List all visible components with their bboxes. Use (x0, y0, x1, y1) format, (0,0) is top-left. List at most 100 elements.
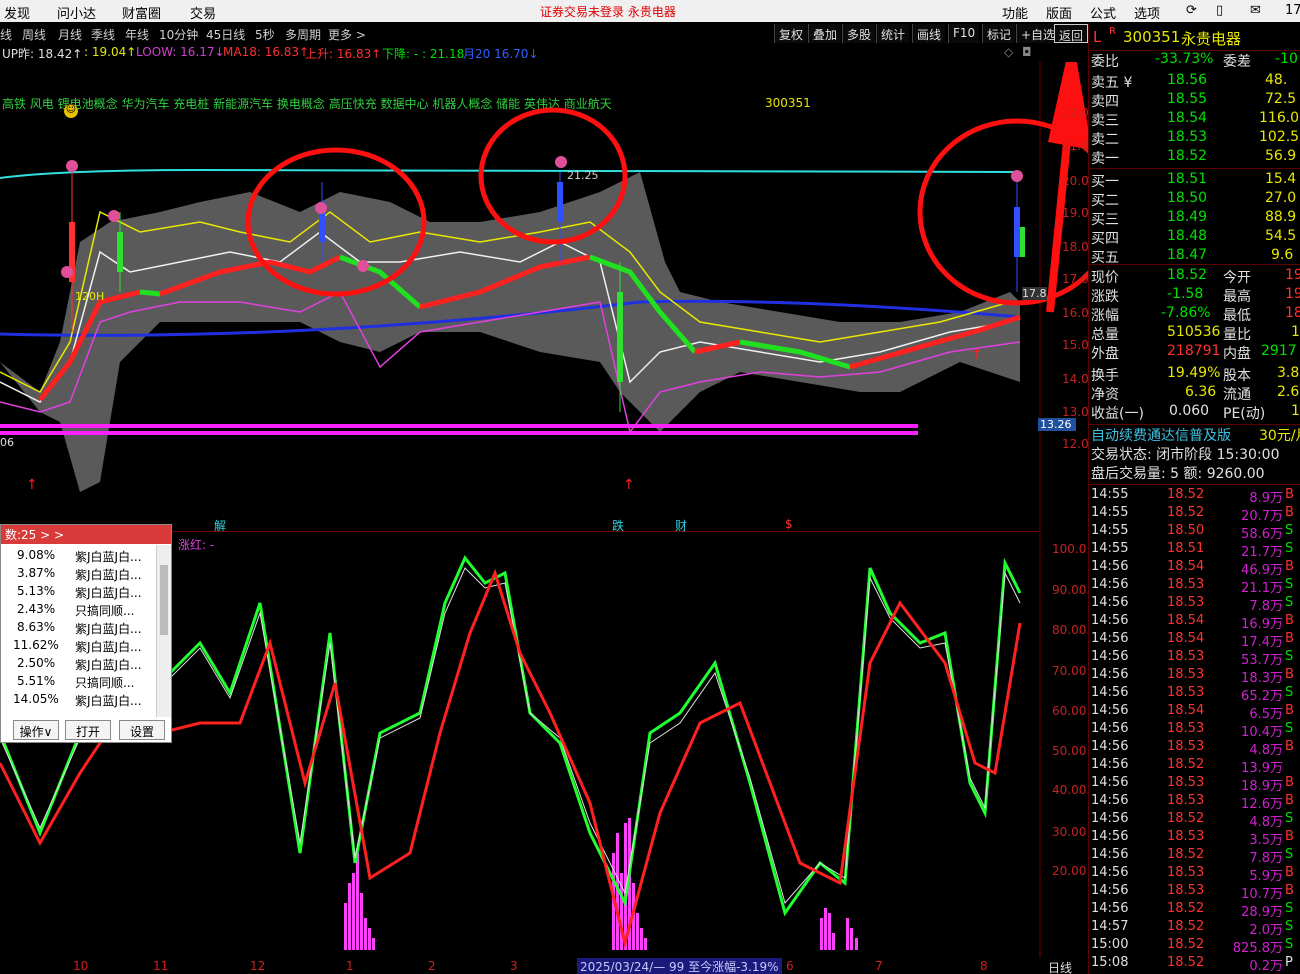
row-text[interactable]: 只搞同顺... (75, 674, 134, 691)
tick-volume: 7.8万 (1249, 851, 1283, 866)
ask-price[interactable]: 18.54 (1167, 110, 1207, 126)
bid-price[interactable]: 18.48 (1167, 228, 1207, 244)
menu-wenxiaoda[interactable]: 问小达 (57, 3, 96, 22)
tick-side: S (1285, 847, 1294, 862)
ad-price[interactable]: 30元/月 (1259, 425, 1300, 445)
period-label: 日线 (1048, 961, 1073, 974)
adjust-button[interactable]: 复权 (774, 24, 808, 43)
svg-text:↑: ↑ (971, 347, 983, 363)
bid-vol: 15.4 (1265, 171, 1297, 187)
row-text[interactable]: 紫J白蓝J白... (75, 548, 142, 565)
collapse-icon[interactable]: ◘ (1022, 45, 1032, 59)
open-button[interactable]: 打开 (65, 720, 111, 740)
tick-side: P (1285, 955, 1293, 970)
tick-volume: 21.1万 (1241, 581, 1283, 596)
tick-row: 14:56 18.53 4.8万 B (1089, 739, 1300, 758)
tag-120h: 120H (75, 290, 105, 303)
osc-axis-tick: 70.00 (1052, 664, 1087, 678)
ask-price[interactable]: 18.55 (1167, 91, 1207, 107)
tick-time: 14:56 (1091, 613, 1129, 628)
period-day[interactable]: 线 (0, 26, 12, 43)
tick-time: 14:56 (1091, 649, 1129, 664)
row-text[interactable]: 紫J白蓝J白... (75, 584, 142, 601)
stat-value: 2.6 (1277, 384, 1300, 400)
menu-discover[interactable]: 发现 (4, 3, 30, 22)
period-45day[interactable]: 45日线 (206, 26, 245, 43)
row-pct: 14.05% (13, 692, 59, 706)
window-title[interactable]: 数:25 > > (1, 525, 171, 544)
bid-price[interactable]: 18.49 (1167, 209, 1207, 225)
tick-side: B (1285, 739, 1294, 754)
tick-list[interactable]: 14:55 18.52 8.9万 B 14:55 18.52 20.7万 B 14:55 18.5… (1089, 484, 1300, 974)
menu-function[interactable]: 功能 (1002, 3, 1028, 22)
ask-price[interactable]: 18.52 (1167, 148, 1207, 164)
row-text[interactable]: 只搞同顺... (75, 602, 134, 619)
overlay-button[interactable]: 叠加 (808, 24, 842, 43)
row-text[interactable]: 紫J白蓝J白... (75, 692, 142, 709)
stat-value: -7.86% (1161, 305, 1211, 321)
menu-wealth-circle[interactable]: 财富圈 (122, 3, 161, 22)
operate-button[interactable]: 操作∨ (13, 720, 59, 740)
draw-button[interactable]: 画线 (912, 24, 946, 43)
row-text[interactable]: 紫J白蓝J白... (75, 566, 142, 583)
price-tag-right: 17.8 (1022, 287, 1047, 300)
phone-icon[interactable]: ▯ (1216, 3, 1223, 18)
tick-time: 14:56 (1091, 595, 1129, 610)
menu-layout[interactable]: 版面 (1046, 3, 1072, 22)
ad-banner[interactable]: 自动续费通达信普及版 30元/月 (1089, 424, 1300, 445)
period-5sec[interactable]: 5秒 (255, 26, 275, 43)
period-multi[interactable]: 多周期 (285, 26, 321, 43)
period-year[interactable]: 年线 (125, 26, 149, 43)
period-more[interactable]: 更多 > (328, 26, 366, 43)
period-month[interactable]: 月线 (58, 26, 82, 43)
ask-label: 卖三 (1091, 113, 1119, 129)
refresh-icon[interactable]: ⟳ (1186, 3, 1197, 18)
menu-options[interactable]: 选项 (1134, 3, 1160, 22)
period-week[interactable]: 周线 (22, 26, 46, 43)
bid-price[interactable]: 18.50 (1167, 190, 1207, 206)
flag-r: R (1109, 26, 1116, 37)
period-10min[interactable]: 10分钟 (159, 26, 198, 43)
tick-side: B (1285, 775, 1294, 790)
tick-volume: 21.7万 (1241, 545, 1283, 560)
osc-axis-tick: 30.00 (1052, 825, 1087, 839)
tick-price: 18.51 (1167, 541, 1205, 556)
multi-stock-button[interactable]: 多股 (842, 24, 876, 43)
menu-formula[interactable]: 公式 (1090, 3, 1116, 22)
menu-trade[interactable]: 交易 (190, 3, 216, 22)
tick-row: 14:57 18.52 2.0万 S (1089, 919, 1300, 938)
mail-icon[interactable]: ✉ (1250, 3, 1261, 18)
peak-price-tag: 21.25 (567, 169, 599, 182)
kline-chart[interactable]: ↑ ↑ ↑ (0, 62, 1088, 532)
stat-value: 19 (1285, 267, 1300, 283)
tick-price: 18.53 (1167, 595, 1205, 610)
bid-price[interactable]: 18.47 (1167, 247, 1207, 263)
stats-button[interactable]: 统计 (876, 24, 910, 43)
tick-volume: 8.9万 (1249, 491, 1283, 506)
f10-button[interactable]: F10 (948, 24, 980, 43)
date-tick: 10 (73, 959, 89, 973)
back-button[interactable]: 返回 (1054, 24, 1089, 43)
tick-row: 15:08 18.52 0.2万 P (1089, 955, 1300, 974)
bid-price[interactable]: 18.51 (1167, 171, 1207, 187)
period-quarter[interactable]: 季线 (91, 26, 115, 43)
date-tick: 1 (346, 959, 354, 973)
tick-price: 18.53 (1167, 829, 1205, 844)
scrollbar[interactable] (156, 545, 171, 717)
ask-price[interactable]: 18.53 (1167, 129, 1207, 145)
row-text[interactable]: 紫J白蓝J白... (75, 638, 142, 655)
row-text[interactable]: 紫J白蓝J白... (75, 656, 142, 673)
add-watchlist-button[interactable]: +自选 (1016, 24, 1060, 43)
tick-row: 14:56 18.53 65.2万 S (1089, 685, 1300, 704)
mark-button[interactable]: 标记 (982, 24, 1016, 43)
row-pct: 5.51% (17, 674, 56, 688)
settings-button[interactable]: 设置 (119, 720, 165, 740)
diamond-icon[interactable]: ◇ (1004, 45, 1013, 59)
stat-value: 1 (1291, 403, 1300, 419)
scrollbar-thumb[interactable] (160, 565, 168, 635)
ask-price[interactable]: 18.56 (1167, 72, 1207, 88)
tick-time: 14:55 (1091, 541, 1129, 556)
tick-volume: 4.8万 (1249, 743, 1283, 758)
row-text[interactable]: 紫J白蓝J白... (75, 620, 142, 637)
ad-text[interactable]: 自动续费通达信普及版 (1091, 425, 1231, 445)
